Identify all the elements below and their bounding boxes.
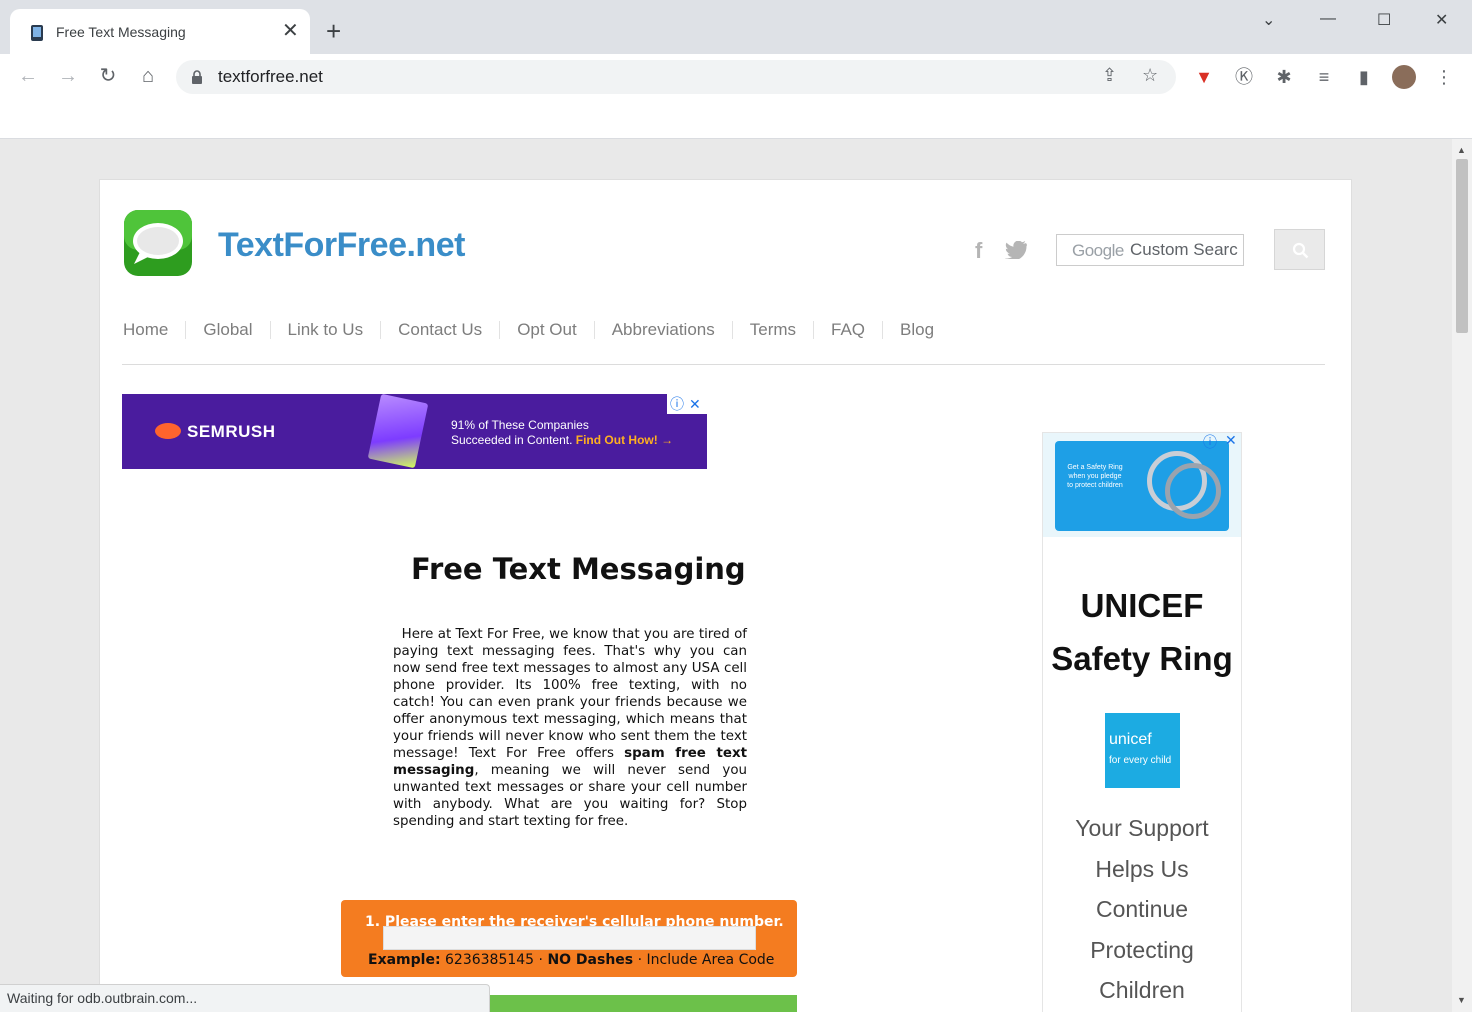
extension-k-icon[interactable]: Ⓚ [1232, 65, 1256, 89]
nav-opt-out[interactable]: Opt Out [499, 321, 594, 339]
phone-number-form: 1. Please enter the receiver's cellular … [341, 900, 797, 977]
nav-contact-us[interactable]: Contact Us [380, 321, 499, 339]
tab-search-icon[interactable]: ⌄ [1262, 10, 1275, 30]
site-title[interactable]: TextForFree.net [218, 226, 465, 265]
page-content-card: TextForFree.net f Google Custom Searc Ho… [99, 179, 1352, 1012]
side-ad-close-icon[interactable]: ✕ [1225, 432, 1237, 449]
url-text: textforfree.net [218, 67, 323, 86]
page-scrollbar[interactable]: ▲ ▼ [1452, 139, 1472, 1012]
nav-terms[interactable]: Terms [731, 321, 813, 339]
side-ad-info-icon[interactable]: ⓘ [1203, 432, 1217, 452]
twitter-icon[interactable] [1005, 241, 1027, 259]
scroll-up-arrow[interactable]: ▲ [1457, 145, 1466, 155]
phone-example: Example: 6236385145 · NO Dashes · Includ… [368, 952, 775, 968]
ad-info-icon[interactable]: ⓘ [670, 395, 684, 413]
ad-choices[interactable]: ⓘ ✕ [667, 394, 707, 414]
nav-home[interactable]: Home [123, 321, 185, 339]
browser-toolbar: ← → ↻ ⌂ textforfree.net ⇪ ☆ ▼ Ⓚ ✱ ≡ ▮ ⋮ [0, 54, 1472, 100]
home-button[interactable]: ⌂ [134, 62, 162, 90]
tab-title: Free Text Messaging [56, 24, 186, 40]
active-tab[interactable]: Free Text Messaging ✕ [10, 9, 310, 54]
minimize-button[interactable]: — [1320, 10, 1336, 28]
semrush-logo: SEMRUSH [155, 422, 276, 442]
media-control-icon[interactable]: ≡ [1312, 65, 1336, 89]
side-ad-title: UNICEF Safety Ring [1051, 587, 1233, 677]
lock-icon [192, 70, 202, 84]
extension-shield-icon[interactable]: ▼ [1192, 65, 1216, 89]
ebook-cover-image [367, 394, 429, 469]
main-nav: Home Global Link to Us Contact Us Opt Ou… [123, 318, 951, 342]
reload-button[interactable]: ↻ [94, 62, 122, 90]
unicef-logo: unicef for every child [1105, 713, 1180, 788]
page-viewport[interactable]: TextForFree.net f Google Custom Searc Ho… [0, 139, 1452, 1012]
ad-cta: Find Out How! → [575, 433, 674, 447]
tab-close-icon[interactable]: ✕ [282, 21, 299, 41]
unicef-side-ad[interactable]: Get a Safety Ring when you pledge to pro… [1042, 432, 1242, 1012]
search-button[interactable] [1274, 229, 1325, 270]
ad-copy: 91% of These Companies Succeeded in Cont… [451, 418, 674, 447]
tab-strip: Free Text Messaging ✕ + ⌄ — ☐ ✕ [0, 0, 1472, 54]
nav-divider [122, 364, 1325, 365]
scroll-down-arrow[interactable]: ▼ [1457, 995, 1466, 1005]
safety-ring-ad-image: Get a Safety Ring when you pledge to pro… [1043, 432, 1241, 537]
nav-blog[interactable]: Blog [882, 321, 951, 339]
share-icon[interactable]: ⇪ [1102, 65, 1117, 86]
maximize-button[interactable]: ☐ [1377, 10, 1391, 30]
semrush-flame-icon [155, 423, 181, 439]
semrush-ad-banner[interactable]: SEMRUSH 91% of These Companies Succeeded… [122, 394, 707, 469]
extensions-puzzle-icon[interactable]: ✱ [1272, 65, 1296, 89]
intro-paragraph: Here at Text For Free, we know that you … [393, 627, 748, 829]
facebook-icon[interactable]: f [975, 238, 982, 264]
new-tab-button[interactable]: + [326, 18, 341, 44]
side-panel-icon[interactable]: ▮ [1352, 65, 1376, 89]
ad-card-text: Get a Safety Ring when you pledge to pro… [1067, 464, 1123, 489]
search-placeholder: Custom Searc [1130, 240, 1238, 259]
phone-favicon-icon [31, 25, 43, 41]
side-ad-support-text: Your Support Helps Us Continue Protectin… [1075, 815, 1209, 1003]
nav-link-to-us[interactable]: Link to Us [269, 321, 381, 339]
custom-search-input[interactable]: Google Custom Searc [1056, 234, 1244, 266]
google-watermark: Google [1072, 241, 1124, 260]
chrome-menu-icon[interactable]: ⋮ [1432, 65, 1456, 89]
bookmark-star-icon[interactable]: ☆ [1142, 65, 1158, 86]
status-text: Waiting for odb.outbrain.com... [7, 990, 198, 1006]
scroll-thumb[interactable] [1456, 159, 1468, 333]
back-button[interactable]: ← [14, 62, 42, 90]
nav-global[interactable]: Global [185, 321, 269, 339]
nav-faq[interactable]: FAQ [813, 321, 882, 339]
profile-avatar[interactable] [1392, 65, 1416, 89]
page-headline: Free Text Messaging [411, 552, 746, 586]
nav-abbreviations[interactable]: Abbreviations [593, 321, 732, 339]
status-bubble: Waiting for odb.outbrain.com... [0, 984, 490, 1012]
search-icon [1292, 242, 1309, 259]
close-window-button[interactable]: ✕ [1435, 10, 1448, 30]
address-bar[interactable]: textforfree.net ⇪ ☆ [176, 60, 1176, 94]
ad-close-icon[interactable]: ✕ [689, 395, 701, 413]
forward-button[interactable]: → [54, 62, 82, 90]
chat-bubble-logo-icon[interactable] [122, 208, 194, 278]
phone-number-input[interactable] [383, 926, 756, 950]
